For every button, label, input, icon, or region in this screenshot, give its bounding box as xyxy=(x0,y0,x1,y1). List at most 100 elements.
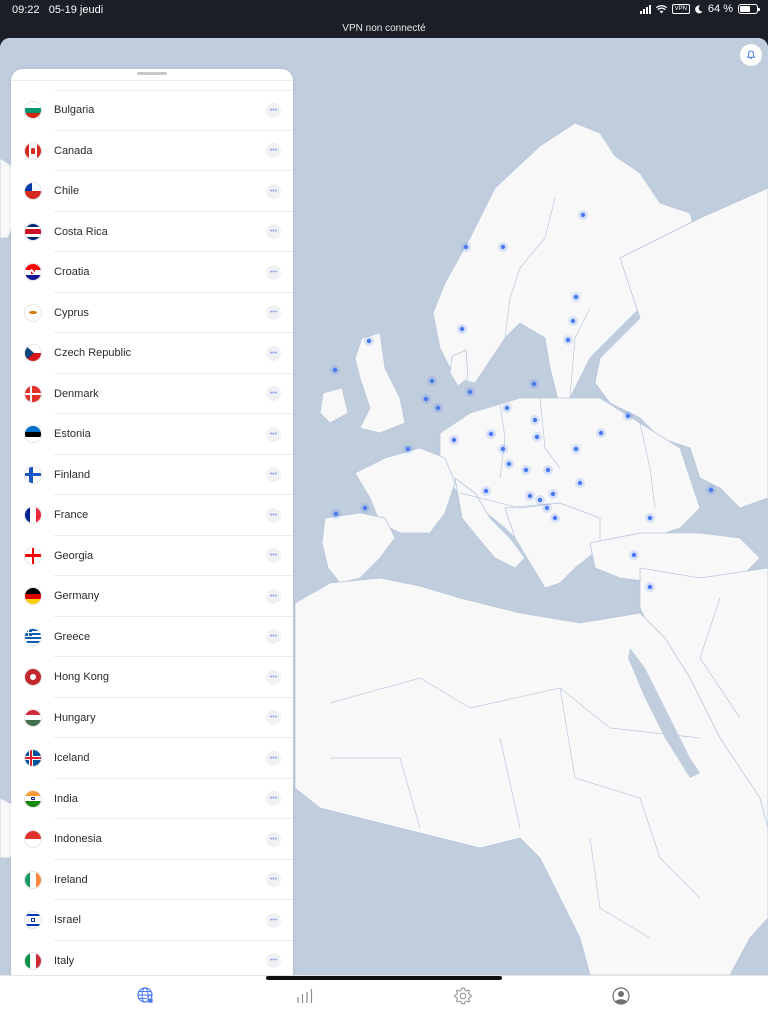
country-row-france[interactable]: France ••• xyxy=(11,495,293,536)
more-options-button[interactable]: ••• xyxy=(266,629,281,645)
server-marker[interactable] xyxy=(647,515,653,521)
denmark-flag-icon xyxy=(24,384,42,403)
more-options-button[interactable]: ••• xyxy=(266,791,281,807)
more-options-button[interactable]: ••• xyxy=(266,224,281,240)
more-options-button[interactable]: ••• xyxy=(266,710,281,726)
country-row-israel[interactable]: Israel ••• xyxy=(11,900,293,941)
server-marker[interactable] xyxy=(366,338,372,344)
server-marker[interactable] xyxy=(435,405,441,411)
more-options-button[interactable]: ••• xyxy=(266,467,281,483)
server-marker[interactable] xyxy=(523,467,529,473)
server-marker[interactable] xyxy=(550,491,556,497)
costa-rica-flag-icon xyxy=(24,222,42,241)
server-marker[interactable] xyxy=(552,515,558,521)
status-date: 05-19 jeudi xyxy=(48,4,104,16)
country-name: Denmark xyxy=(54,387,99,400)
server-marker[interactable] xyxy=(483,488,489,494)
server-marker[interactable] xyxy=(647,584,653,590)
more-options-button[interactable]: ••• xyxy=(266,912,281,928)
country-row-indonesia[interactable]: Indonesia ••• xyxy=(11,819,293,860)
more-options-button[interactable]: ••• xyxy=(266,386,281,402)
server-marker[interactable] xyxy=(527,493,533,499)
tab-profile[interactable] xyxy=(609,984,633,1008)
country-row-india[interactable]: India ••• xyxy=(11,779,293,820)
more-options-button[interactable]: ••• xyxy=(266,426,281,442)
server-marker[interactable] xyxy=(537,497,543,503)
tab-map[interactable] xyxy=(134,984,158,1008)
server-marker[interactable] xyxy=(500,244,506,250)
server-marker[interactable] xyxy=(570,318,576,324)
more-options-button[interactable]: ••• xyxy=(266,507,281,523)
more-options-button[interactable]: ••• xyxy=(266,831,281,847)
server-marker[interactable] xyxy=(545,467,551,473)
more-options-button[interactable]: ••• xyxy=(266,872,281,888)
estonia-flag-icon xyxy=(24,425,42,444)
country-row-hungary[interactable]: Hungary ••• xyxy=(11,698,293,739)
country-name: Ireland xyxy=(54,873,88,886)
hong-kong-flag-icon xyxy=(24,668,42,687)
country-row-czech-republic[interactable]: Czech Republic ••• xyxy=(11,333,293,374)
server-marker[interactable] xyxy=(598,430,604,436)
server-marker[interactable] xyxy=(531,381,537,387)
notifications-button[interactable] xyxy=(740,44,762,66)
more-options-button[interactable]: ••• xyxy=(266,305,281,321)
country-row-ireland[interactable]: Ireland ••• xyxy=(11,860,293,901)
country-row-greece[interactable]: Greece ••• xyxy=(11,617,293,658)
country-row-iceland[interactable]: Iceland ••• xyxy=(11,738,293,779)
server-marker[interactable] xyxy=(429,378,435,384)
server-marker[interactable] xyxy=(467,389,473,395)
more-options-button[interactable]: ••• xyxy=(266,102,281,118)
country-row-chile[interactable]: Chile ••• xyxy=(11,171,293,212)
more-options-button[interactable]: ••• xyxy=(266,750,281,766)
country-row-bulgaria[interactable]: Bulgaria ••• xyxy=(11,90,293,131)
server-marker[interactable] xyxy=(573,294,579,300)
server-marker[interactable] xyxy=(362,505,368,511)
more-options-button[interactable]: ••• xyxy=(266,264,281,280)
server-marker[interactable] xyxy=(405,446,411,452)
server-marker[interactable] xyxy=(506,461,512,467)
server-marker[interactable] xyxy=(488,431,494,437)
more-options-button[interactable]: ••• xyxy=(266,345,281,361)
panel-drag-handle[interactable] xyxy=(137,72,167,75)
more-options-button[interactable]: ••• xyxy=(266,183,281,199)
country-row-georgia[interactable]: Georgia ••• xyxy=(11,536,293,577)
iceland-flag-icon xyxy=(24,749,42,768)
country-row-canada[interactable]: Canada ••• xyxy=(11,131,293,172)
country-row-croatia[interactable]: Croatia ••• xyxy=(11,252,293,293)
server-marker[interactable] xyxy=(451,437,457,443)
server-marker[interactable] xyxy=(580,212,586,218)
server-marker[interactable] xyxy=(565,337,571,343)
server-marker[interactable] xyxy=(534,434,540,440)
server-marker[interactable] xyxy=(631,552,637,558)
country-row-estonia[interactable]: Estonia ••• xyxy=(11,414,293,455)
server-marker[interactable] xyxy=(504,405,510,411)
server-marker[interactable] xyxy=(708,487,714,493)
country-row-germany[interactable]: Germany ••• xyxy=(11,576,293,617)
more-options-button[interactable]: ••• xyxy=(266,588,281,604)
server-marker[interactable] xyxy=(500,446,506,452)
tab-settings[interactable] xyxy=(451,984,475,1008)
country-row-finland[interactable]: Finland ••• xyxy=(11,455,293,496)
country-row-cyprus[interactable]: Cyprus ••• xyxy=(11,293,293,334)
country-row-costa-rica[interactable]: Costa Rica ••• xyxy=(11,212,293,253)
country-row-denmark[interactable]: Denmark ••• xyxy=(11,374,293,415)
server-marker[interactable] xyxy=(463,244,469,250)
more-options-button[interactable]: ••• xyxy=(266,548,281,564)
server-marker[interactable] xyxy=(625,413,631,419)
server-marker[interactable] xyxy=(532,417,538,423)
home-indicator[interactable] xyxy=(266,976,502,980)
more-options-button[interactable]: ••• xyxy=(266,953,281,969)
server-marker[interactable] xyxy=(573,446,579,452)
server-marker[interactable] xyxy=(544,505,550,511)
country-list[interactable]: Bulgaria ••• Canada ••• Chile ••• Costa Rica ••… xyxy=(11,90,293,975)
more-options-button[interactable]: ••• xyxy=(266,143,281,159)
server-marker[interactable] xyxy=(333,511,339,517)
server-marker[interactable] xyxy=(332,367,338,373)
server-marker[interactable] xyxy=(459,326,465,332)
country-row-hong-kong[interactable]: Hong Kong ••• xyxy=(11,657,293,698)
server-marker[interactable] xyxy=(577,480,583,486)
server-marker[interactable] xyxy=(423,396,429,402)
tab-statistics[interactable] xyxy=(293,984,317,1008)
more-options-button[interactable]: ••• xyxy=(266,669,281,685)
country-row-italy[interactable]: Italy ••• xyxy=(11,941,293,976)
